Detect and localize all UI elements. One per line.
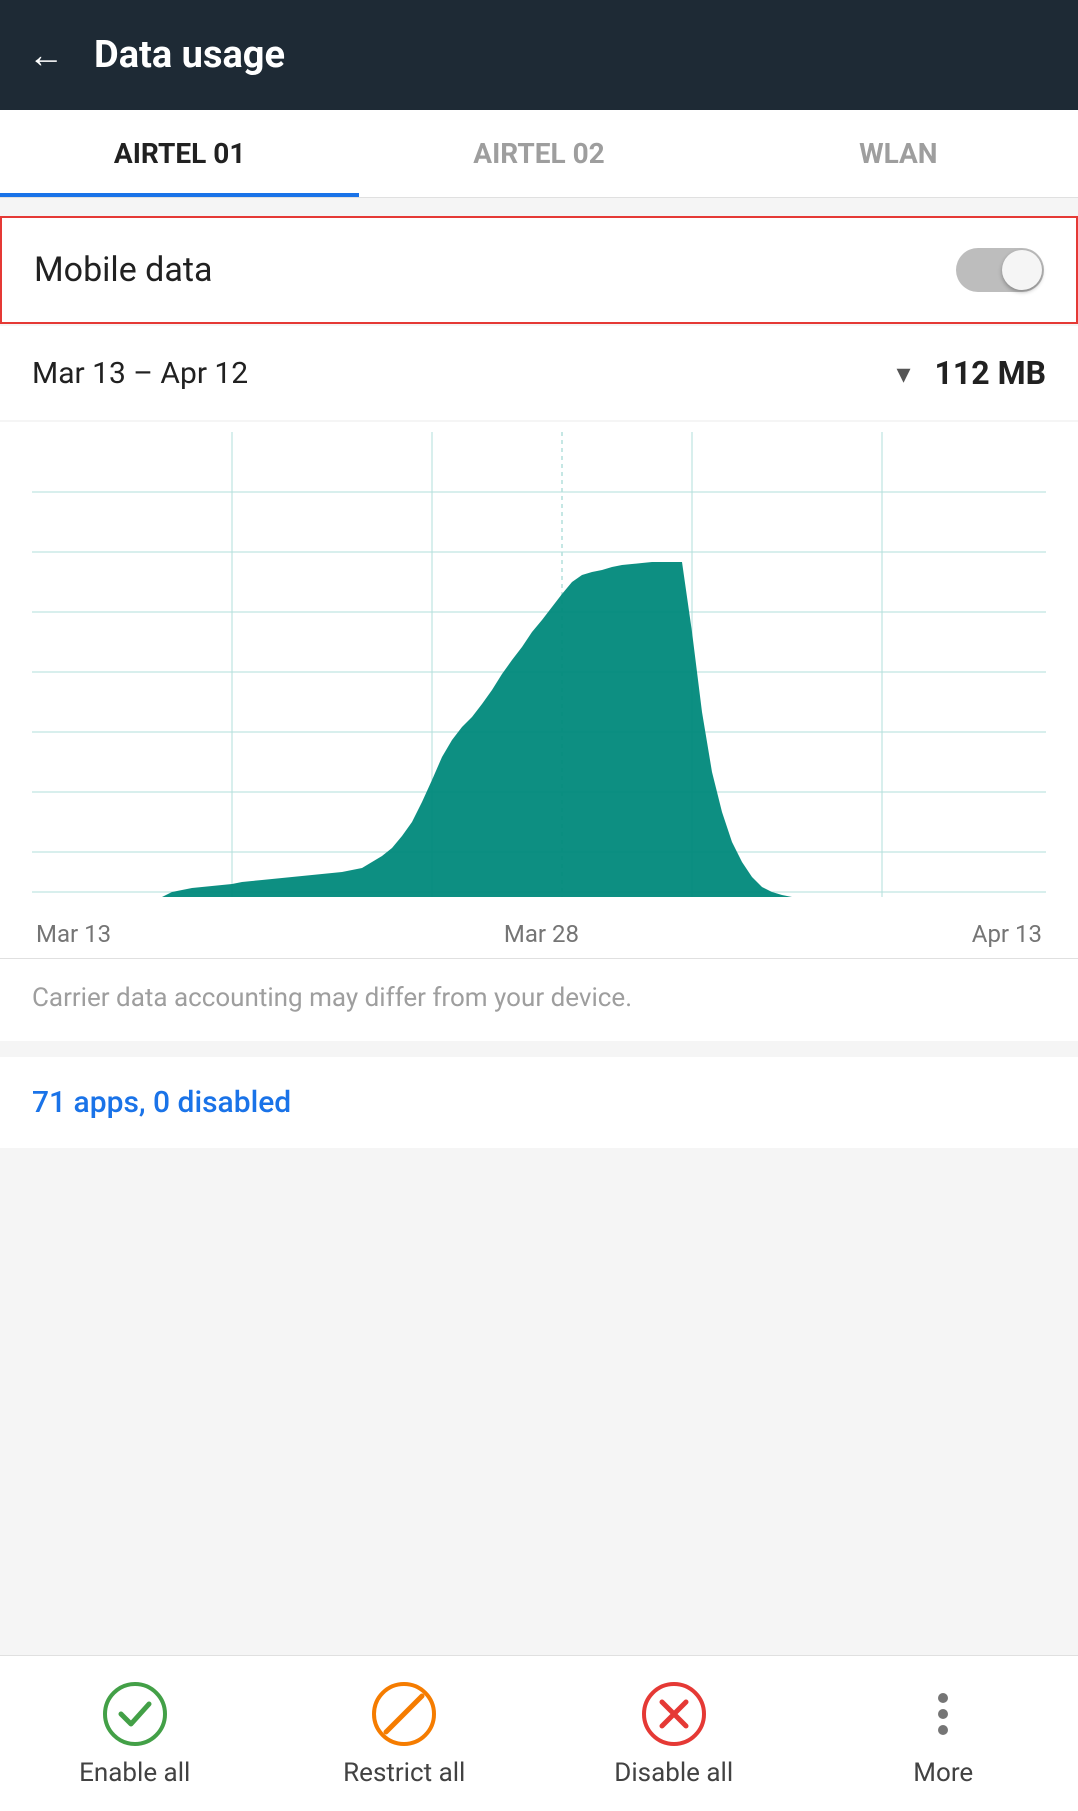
back-button[interactable]: ← (28, 34, 64, 76)
tab-airtel01[interactable]: AIRTEL 01 (0, 110, 359, 197)
chart-label-end: Apr 13 (972, 920, 1042, 948)
check-circle-icon (101, 1680, 169, 1748)
main-content: Mobile data Mar 13 – Apr 12 ▾ 112 MB (0, 216, 1078, 1148)
x-circle-icon (640, 1680, 708, 1748)
tab-wlan[interactable]: WLAN (719, 110, 1078, 197)
data-amount: 112 MB (935, 354, 1046, 392)
disable-all-label: Disable all (614, 1758, 733, 1788)
tab-airtel02[interactable]: AIRTEL 02 (359, 110, 718, 197)
tab-bar: AIRTEL 01 AIRTEL 02 WLAN (0, 110, 1078, 198)
disable-all-button[interactable]: Disable all (539, 1656, 809, 1811)
apps-count-text: 71 apps, 0 disabled (32, 1085, 291, 1120)
bottom-action-bar: Enable all Restrict all Disable all More (0, 1655, 1078, 1811)
mobile-data-row: Mobile data (0, 216, 1078, 324)
chevron-down-icon: ▾ (896, 357, 910, 390)
chart-label-start: Mar 13 (36, 920, 111, 948)
carrier-note-text: Carrier data accounting may differ from … (32, 983, 632, 1013)
chart-container: Mar 13 Mar 28 Apr 13 (0, 422, 1078, 958)
date-range-row[interactable]: Mar 13 – Apr 12 ▾ 112 MB (0, 326, 1078, 420)
toggle-knob (1002, 250, 1042, 290)
restrict-circle-icon (370, 1680, 438, 1748)
data-chart (32, 432, 1046, 912)
dots-vertical-icon (909, 1680, 977, 1748)
restrict-all-label: Restrict all (343, 1758, 465, 1788)
carrier-note: Carrier data accounting may differ from … (0, 958, 1078, 1041)
chart-x-labels: Mar 13 Mar 28 Apr 13 (32, 912, 1046, 948)
mobile-data-toggle[interactable] (956, 248, 1044, 292)
app-header: ← Data usage (0, 0, 1078, 110)
more-label: More (913, 1758, 973, 1788)
page-title: Data usage (94, 33, 285, 77)
date-range-text: Mar 13 – Apr 12 (32, 356, 872, 391)
chart-svg (32, 432, 1046, 912)
enable-all-label: Enable all (79, 1758, 190, 1788)
restrict-all-button[interactable]: Restrict all (270, 1656, 540, 1811)
apps-count-row[interactable]: 71 apps, 0 disabled (0, 1057, 1078, 1148)
more-button[interactable]: More (809, 1656, 1078, 1811)
enable-all-button[interactable]: Enable all (0, 1656, 270, 1811)
chart-label-mid: Mar 28 (504, 920, 579, 948)
mobile-data-label: Mobile data (34, 250, 212, 290)
